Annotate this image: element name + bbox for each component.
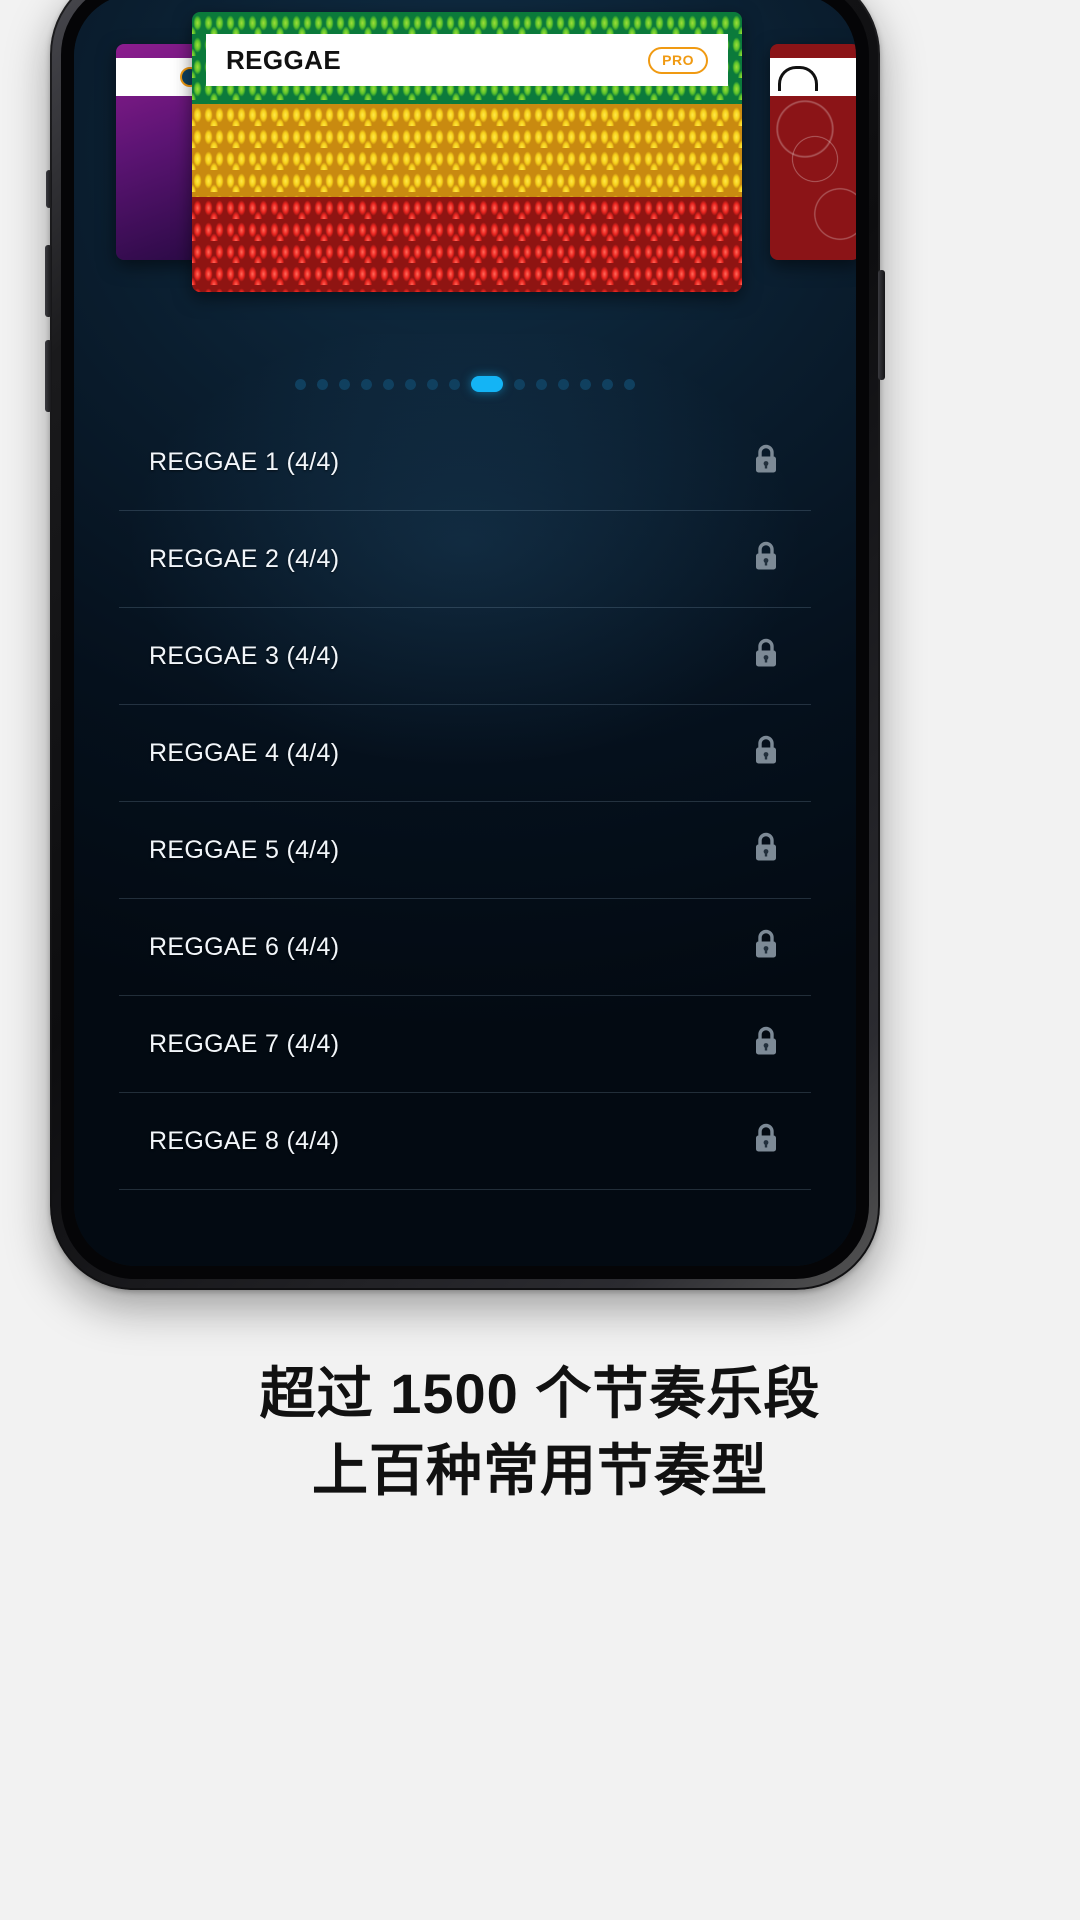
lock-icon	[753, 638, 779, 675]
page-dot[interactable]	[427, 378, 438, 390]
knit-stripe-red	[192, 196, 742, 292]
caption-line-1: 超过 1500 个节奏乐段	[259, 1362, 821, 1425]
page-dot[interactable]	[580, 378, 591, 390]
rhythm-row-label: REGGAE 1 (4/4)	[149, 447, 340, 476]
rhythm-list-row[interactable]: REGGAE 7 (4/4)	[119, 996, 811, 1093]
rhythm-list-row[interactable]: REGGAE 8 (4/4)	[119, 1093, 811, 1190]
page-dot[interactable]	[558, 378, 569, 390]
card-title: REGGAE	[226, 44, 342, 75]
rhythm-list-row[interactable]: REGGAE 5 (4/4)	[119, 802, 811, 899]
lock-icon	[753, 735, 779, 772]
page-dot[interactable]	[295, 378, 306, 390]
carousel-page-indicator[interactable]	[74, 376, 856, 392]
page-dot[interactable]	[361, 378, 372, 390]
phone-screen: REGGAE PRO REGGAE 1 (4/4) REGGAE 2 (4/4)…	[74, 0, 856, 1266]
rhythm-row-label: REGGAE 2 (4/4)	[149, 544, 340, 573]
marketing-caption: 超过 1500 个节奏乐段 上百种常用节奏型	[0, 1355, 1080, 1510]
card-title-band: REGGAE PRO	[206, 34, 728, 86]
rhythm-row-label: REGGAE 4 (4/4)	[149, 738, 340, 767]
page-dot[interactable]	[624, 378, 635, 390]
lock-icon	[753, 541, 779, 578]
card-artwork-red	[770, 44, 856, 260]
phone-power-button[interactable]	[878, 270, 885, 380]
page-dot[interactable]	[317, 378, 328, 390]
carousel-card-next[interactable]	[770, 44, 856, 260]
app-background: REGGAE PRO REGGAE 1 (4/4) REGGAE 2 (4/4)…	[74, 0, 856, 1266]
lock-icon	[753, 929, 779, 966]
rhythm-list-row[interactable]: REGGAE 1 (4/4)	[119, 414, 811, 511]
style-carousel[interactable]: REGGAE PRO	[74, 12, 856, 342]
rhythm-row-label: REGGAE 8 (4/4)	[149, 1126, 340, 1155]
page-dot[interactable]	[449, 378, 460, 390]
knit-stripe-yellow	[192, 104, 742, 197]
page-dot[interactable]	[339, 378, 350, 390]
rhythm-row-label: REGGAE 3 (4/4)	[149, 641, 340, 670]
rhythm-row-label: REGGAE 5 (4/4)	[149, 835, 340, 864]
caption-line-2: 上百种常用节奏型	[312, 1439, 768, 1503]
page-dot[interactable]	[602, 378, 613, 390]
rhythm-row-label: REGGAE 7 (4/4)	[149, 1029, 340, 1058]
page-dot[interactable]	[383, 378, 394, 390]
lock-icon	[753, 1123, 779, 1160]
phone-mute-switch[interactable]	[46, 170, 52, 208]
rhythm-row-label: REGGAE 6 (4/4)	[149, 932, 340, 961]
phone-mockup: REGGAE PRO REGGAE 1 (4/4) REGGAE 2 (4/4)…	[45, 0, 885, 1290]
carousel-card-active[interactable]: REGGAE PRO	[192, 12, 742, 292]
phone-volume-up-button[interactable]	[45, 245, 52, 317]
page-dot-active[interactable]	[471, 376, 503, 392]
pro-badge[interactable]: PRO	[648, 46, 708, 74]
card-title-band	[770, 58, 856, 96]
page-dot[interactable]	[536, 378, 547, 390]
rhythm-list-row[interactable]: REGGAE 4 (4/4)	[119, 705, 811, 802]
arc-icon	[778, 66, 818, 91]
page-dot[interactable]	[405, 378, 416, 390]
rhythm-list-row[interactable]: REGGAE 3 (4/4)	[119, 608, 811, 705]
lock-icon	[753, 1026, 779, 1063]
phone-volume-down-button[interactable]	[45, 340, 52, 412]
rhythm-list-row[interactable]: REGGAE 6 (4/4)	[119, 899, 811, 996]
rhythm-list-row[interactable]: REGGAE 2 (4/4)	[119, 511, 811, 608]
lock-icon	[753, 832, 779, 869]
rhythm-pattern-list[interactable]: REGGAE 1 (4/4) REGGAE 2 (4/4) REGGAE 3 (4/…	[119, 414, 811, 1266]
lock-icon	[753, 444, 779, 481]
page-dot[interactable]	[514, 378, 525, 390]
